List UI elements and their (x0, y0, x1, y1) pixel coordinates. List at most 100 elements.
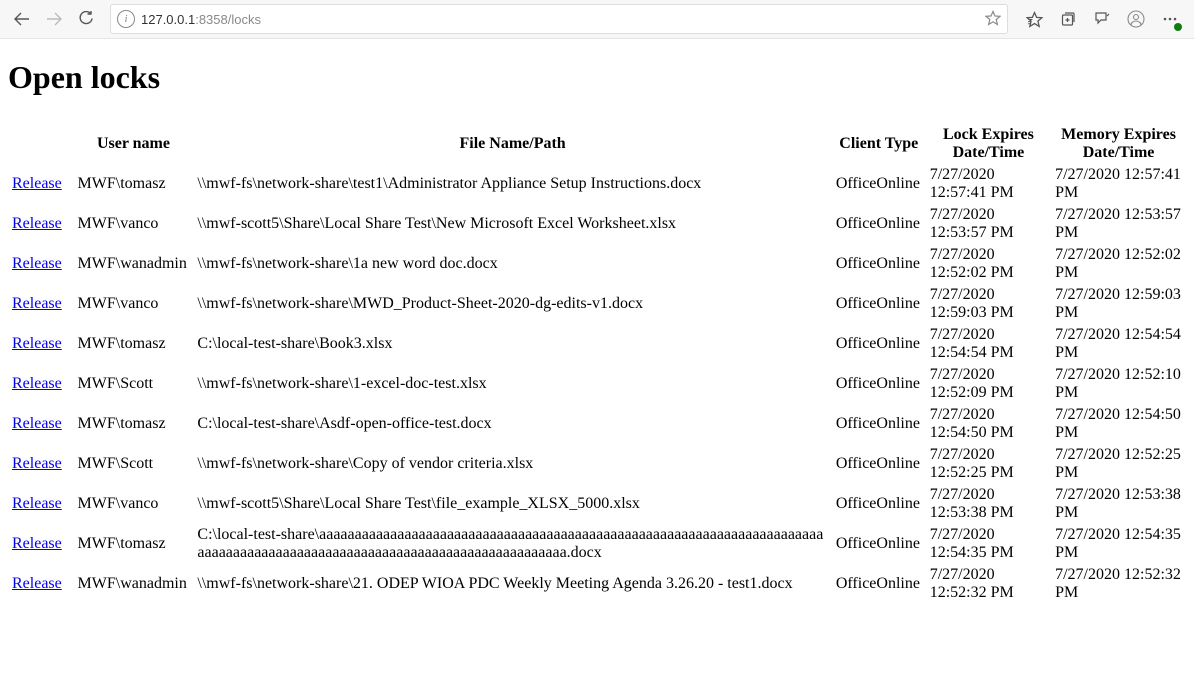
cell-path: \\mwf-scott5\Share\Local Share Test\New … (193, 204, 831, 244)
cell-memory-expires: 7/27/2020 12:53:38 PM (1051, 484, 1186, 524)
cell-lock-expires: 7/27/2020 12:53:38 PM (926, 484, 1051, 524)
cell-lock-expires: 7/27/2020 12:52:09 PM (926, 364, 1051, 404)
cell-lock-expires: 7/27/2020 12:54:54 PM (926, 324, 1051, 364)
cell-client: OfficeOnline (832, 164, 926, 204)
release-link[interactable]: Release (12, 215, 62, 232)
favorite-star-icon[interactable] (985, 10, 1001, 29)
cell-path: C:\local-test-share\Asdf-open-office-tes… (193, 404, 831, 444)
cell-memory-expires: 7/27/2020 12:52:25 PM (1051, 444, 1186, 484)
cell-user: MWF\tomasz (74, 324, 194, 364)
cell-user: MWF\Scott (74, 364, 194, 404)
cell-path: \\mwf-fs\network-share\21. ODEP WIOA PDC… (193, 564, 831, 604)
cell-memory-expires: 7/27/2020 12:53:57 PM (1051, 204, 1186, 244)
cell-user: MWF\vanco (74, 204, 194, 244)
site-info-icon[interactable]: i (117, 10, 135, 28)
col-user: User name (74, 124, 194, 164)
release-link[interactable]: Release (12, 415, 62, 432)
cell-client: OfficeOnline (832, 444, 926, 484)
forward-button[interactable] (38, 3, 70, 35)
cell-client: OfficeOnline (832, 324, 926, 364)
favorites-icon[interactable] (1020, 5, 1048, 33)
profile-icon[interactable] (1122, 5, 1150, 33)
col-mem: Memory Expires Date/Time (1051, 124, 1186, 164)
browser-toolbar: i 127.0.0.1:8358/locks (0, 0, 1194, 39)
cell-path: C:\local-test-share\Book3.xlsx (193, 324, 831, 364)
table-row: Release MWF\tomaszC:\local-test-share\Asd… (8, 404, 1186, 444)
cell-client: OfficeOnline (832, 404, 926, 444)
cell-path: \\mwf-fs\network-share\test1\Administrat… (193, 164, 831, 204)
cell-path: \\mwf-fs\network-share\1a new word doc.d… (193, 244, 831, 284)
cell-path: C:\local-test-share\aaaaaaaaaaaaaaaaaaaa… (193, 524, 831, 564)
col-lock: Lock Expires Date/Time (926, 124, 1051, 164)
cell-memory-expires: 7/27/2020 12:57:41 PM (1051, 164, 1186, 204)
table-header-row: User name File Name/Path Client Type Loc… (8, 124, 1186, 164)
cell-user: MWF\Scott (74, 444, 194, 484)
cell-client: OfficeOnline (832, 564, 926, 604)
cell-lock-expires: 7/27/2020 12:52:25 PM (926, 444, 1051, 484)
cell-lock-expires: 7/27/2020 12:52:32 PM (926, 564, 1051, 604)
back-button[interactable] (6, 3, 38, 35)
cell-user: MWF\vanco (74, 484, 194, 524)
cell-memory-expires: 7/27/2020 12:54:50 PM (1051, 404, 1186, 444)
table-row: Release MWF\tomaszC:\local-test-share\Boo… (8, 324, 1186, 364)
cell-path: \\mwf-fs\network-share\Copy of vendor cr… (193, 444, 831, 484)
cell-lock-expires: 7/27/2020 12:53:57 PM (926, 204, 1051, 244)
locks-table: User name File Name/Path Client Type Loc… (8, 124, 1186, 604)
table-row: Release MWF\tomaszC:\local-test-share\aaa… (8, 524, 1186, 564)
cell-lock-expires: 7/27/2020 12:59:03 PM (926, 284, 1051, 324)
menu-icon[interactable] (1156, 5, 1184, 33)
cell-path: \\mwf-scott5\Share\Local Share Test\file… (193, 484, 831, 524)
release-link[interactable]: Release (12, 495, 62, 512)
cell-memory-expires: 7/27/2020 12:59:03 PM (1051, 284, 1186, 324)
table-row: Release MWF\wanadmin\\mwf-fs\network-shar… (8, 564, 1186, 604)
release-link[interactable]: Release (12, 255, 62, 272)
release-link[interactable]: Release (12, 335, 62, 352)
table-row: Release MWF\tomasz\\mwf-fs\network-share\… (8, 164, 1186, 204)
release-link[interactable]: Release (12, 535, 62, 552)
cell-lock-expires: 7/27/2020 12:54:35 PM (926, 524, 1051, 564)
cell-client: OfficeOnline (832, 484, 926, 524)
page-content: Open locks User name File Name/Path Clie… (0, 39, 1194, 624)
release-link[interactable]: Release (12, 175, 62, 192)
cell-user: MWF\wanadmin (74, 564, 194, 604)
table-row: Release MWF\vanco\\mwf-scott5\Share\Local… (8, 484, 1186, 524)
col-action (8, 124, 74, 164)
cell-user: MWF\tomasz (74, 164, 194, 204)
cell-memory-expires: 7/27/2020 12:54:54 PM (1051, 324, 1186, 364)
cell-memory-expires: 7/27/2020 12:54:35 PM (1051, 524, 1186, 564)
reload-button[interactable] (70, 3, 102, 35)
cell-client: OfficeOnline (832, 284, 926, 324)
url-text: 127.0.0.1:8358/locks (141, 12, 979, 27)
feedback-icon[interactable] (1088, 5, 1116, 33)
table-row: Release MWF\Scott\\mwf-fs\network-share\1… (8, 364, 1186, 404)
collections-icon[interactable] (1054, 5, 1082, 33)
release-link[interactable]: Release (12, 575, 62, 592)
cell-memory-expires: 7/27/2020 12:52:32 PM (1051, 564, 1186, 604)
cell-user: MWF\wanadmin (74, 244, 194, 284)
cell-path: \\mwf-fs\network-share\1-excel-doc-test.… (193, 364, 831, 404)
address-bar[interactable]: i 127.0.0.1:8358/locks (110, 4, 1008, 34)
col-path: File Name/Path (193, 124, 831, 164)
cell-lock-expires: 7/27/2020 12:54:50 PM (926, 404, 1051, 444)
release-link[interactable]: Release (12, 455, 62, 472)
release-link[interactable]: Release (12, 375, 62, 392)
table-row: Release MWF\vanco\\mwf-fs\network-share\M… (8, 284, 1186, 324)
release-link[interactable]: Release (12, 295, 62, 312)
cell-user: MWF\tomasz (74, 404, 194, 444)
table-row: Release MWF\vanco\\mwf-scott5\Share\Local… (8, 204, 1186, 244)
cell-lock-expires: 7/27/2020 12:57:41 PM (926, 164, 1051, 204)
cell-lock-expires: 7/27/2020 12:52:02 PM (926, 244, 1051, 284)
cell-client: OfficeOnline (832, 524, 926, 564)
table-row: Release MWF\wanadmin\\mwf-fs\network-shar… (8, 244, 1186, 284)
cell-memory-expires: 7/27/2020 12:52:10 PM (1051, 364, 1186, 404)
cell-client: OfficeOnline (832, 364, 926, 404)
cell-memory-expires: 7/27/2020 12:52:02 PM (1051, 244, 1186, 284)
cell-user: MWF\vanco (74, 284, 194, 324)
page-title: Open locks (8, 59, 1186, 96)
col-client: Client Type (832, 124, 926, 164)
cell-user: MWF\tomasz (74, 524, 194, 564)
menu-badge-icon (1174, 23, 1182, 31)
cell-client: OfficeOnline (832, 244, 926, 284)
cell-path: \\mwf-fs\network-share\MWD_Product-Sheet… (193, 284, 831, 324)
toolbar-right (1016, 5, 1188, 33)
